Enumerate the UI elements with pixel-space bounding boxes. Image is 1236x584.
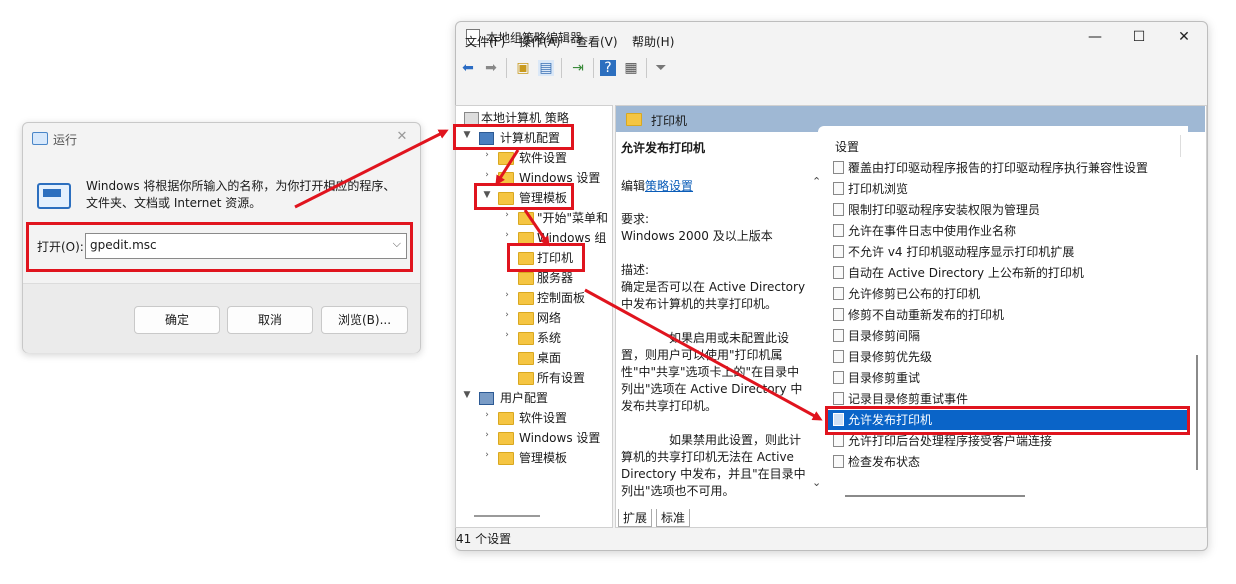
arrow-to-publish-printers: [584, 288, 823, 421]
annotation-arrows: [294, 129, 823, 421]
arrow-to-computer-config: [294, 129, 449, 209]
arrow-to-printers: [523, 209, 550, 247]
arrow-to-admin-templates: [495, 149, 520, 186]
